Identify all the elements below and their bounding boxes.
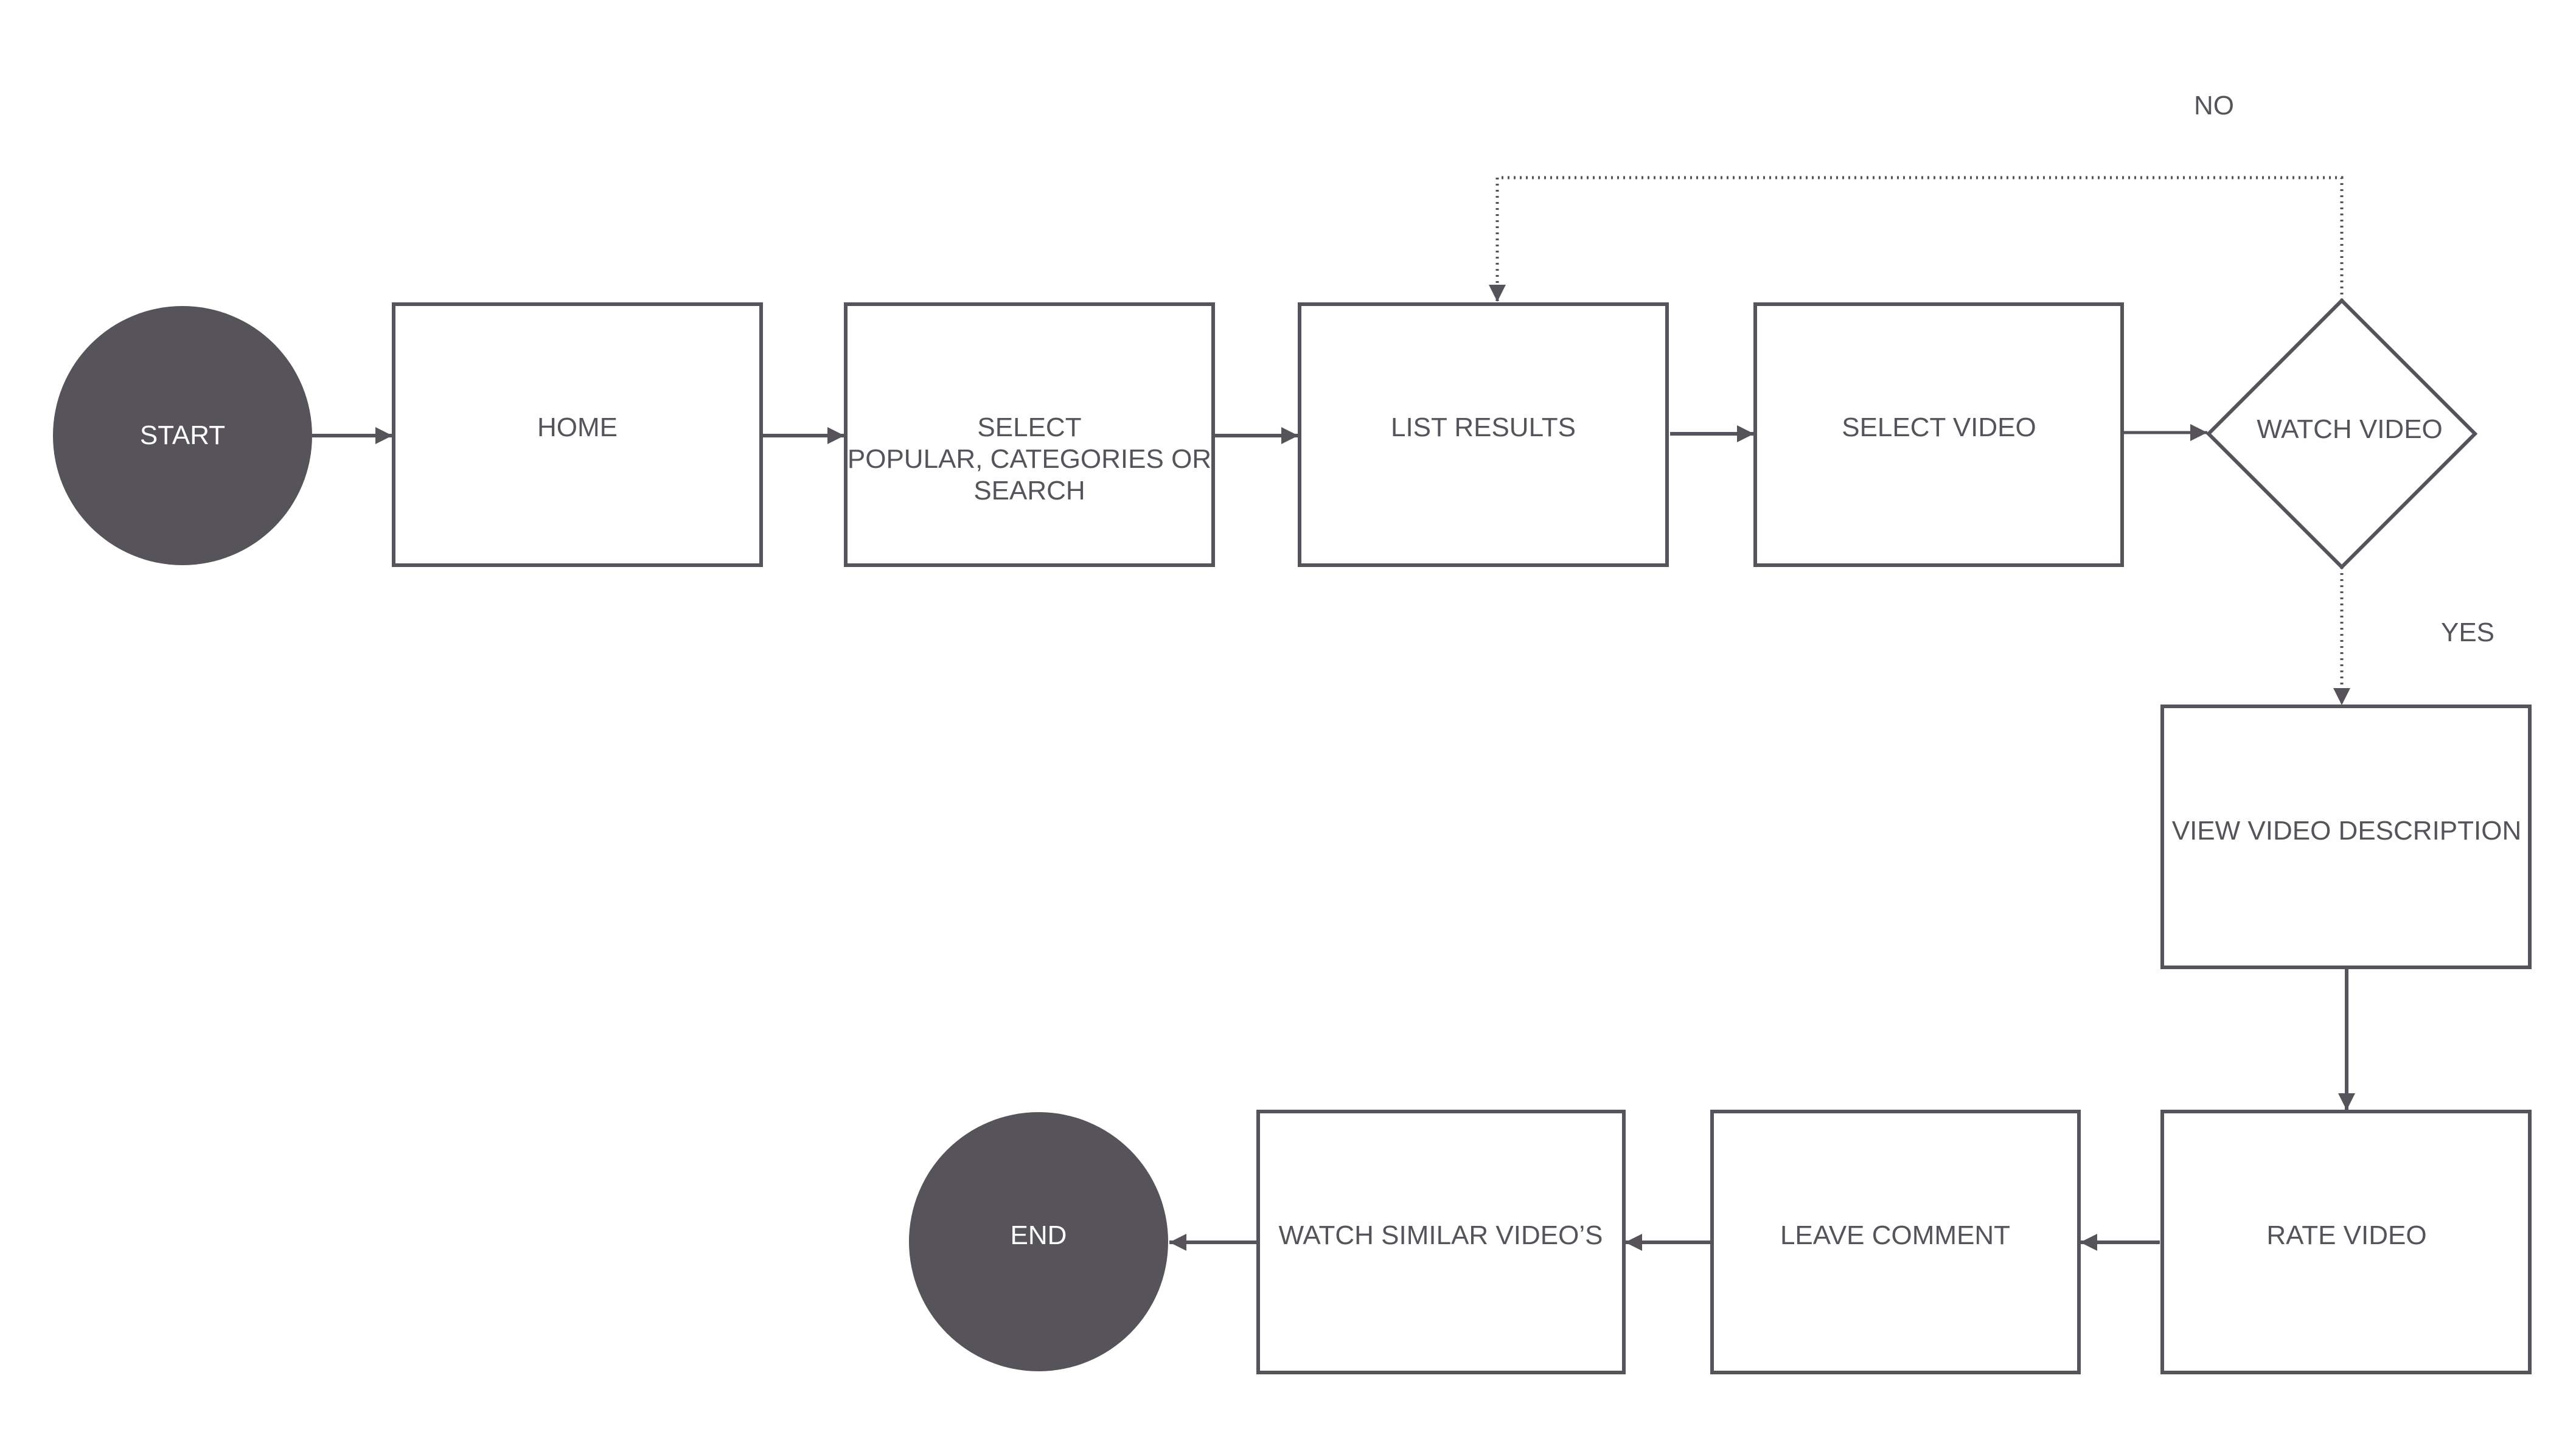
node-leave-comment[interactable]: LEAVE COMMENT	[1710, 1110, 2081, 1374]
node-view-description[interactable]: VIEW VIDEO DESCRIPTION	[2160, 705, 2532, 969]
flowchart-canvas: NO YES START HOME SELECT POPULAR, CATEGO…	[53, 91, 2532, 1374]
node-select-video[interactable]: SELECT VIDEO	[1753, 302, 2124, 567]
node-end[interactable]: END	[909, 1112, 1168, 1371]
select-label-line-2: POPULAR, CATEGORIES OR	[848, 444, 1211, 474]
node-start[interactable]: START	[53, 306, 312, 565]
edge-watch-no-loop	[1489, 176, 2344, 302]
select-label-line-1: SELECT	[977, 412, 1081, 442]
node-watch-video-decision[interactable]: WATCH VIDEO	[2205, 297, 2478, 570]
edge-label-yes: YES	[2441, 618, 2494, 647]
node-home[interactable]: HOME	[392, 302, 763, 567]
node-list-results[interactable]: LIST RESULTS	[1298, 302, 1669, 567]
node-select-source[interactable]: SELECT POPULAR, CATEGORIES OR SEARCH	[844, 302, 1215, 567]
edge-label-no: NO	[2194, 91, 2234, 120]
start-label: START	[140, 420, 225, 450]
select-label-line-3: SEARCH	[973, 476, 1085, 506]
home-label: HOME	[537, 412, 618, 442]
view-description-label: VIEW VIDEO DESCRIPTION	[2172, 816, 2522, 846]
select-video-label: SELECT VIDEO	[1842, 412, 2036, 442]
end-label: END	[1011, 1220, 1067, 1250]
node-rate-video[interactable]: RATE VIDEO	[2160, 1110, 2532, 1374]
node-watch-similar[interactable]: WATCH SIMILAR VIDEO’S	[1256, 1110, 1626, 1374]
leave-comment-label: LEAVE COMMENT	[1780, 1220, 2010, 1250]
watch-video-label: WATCH VIDEO	[2257, 414, 2443, 444]
rate-video-label: RATE VIDEO	[2266, 1220, 2426, 1250]
list-results-label: LIST RESULTS	[1391, 412, 1576, 442]
watch-similar-label: WATCH SIMILAR VIDEO’S	[1279, 1220, 1603, 1250]
